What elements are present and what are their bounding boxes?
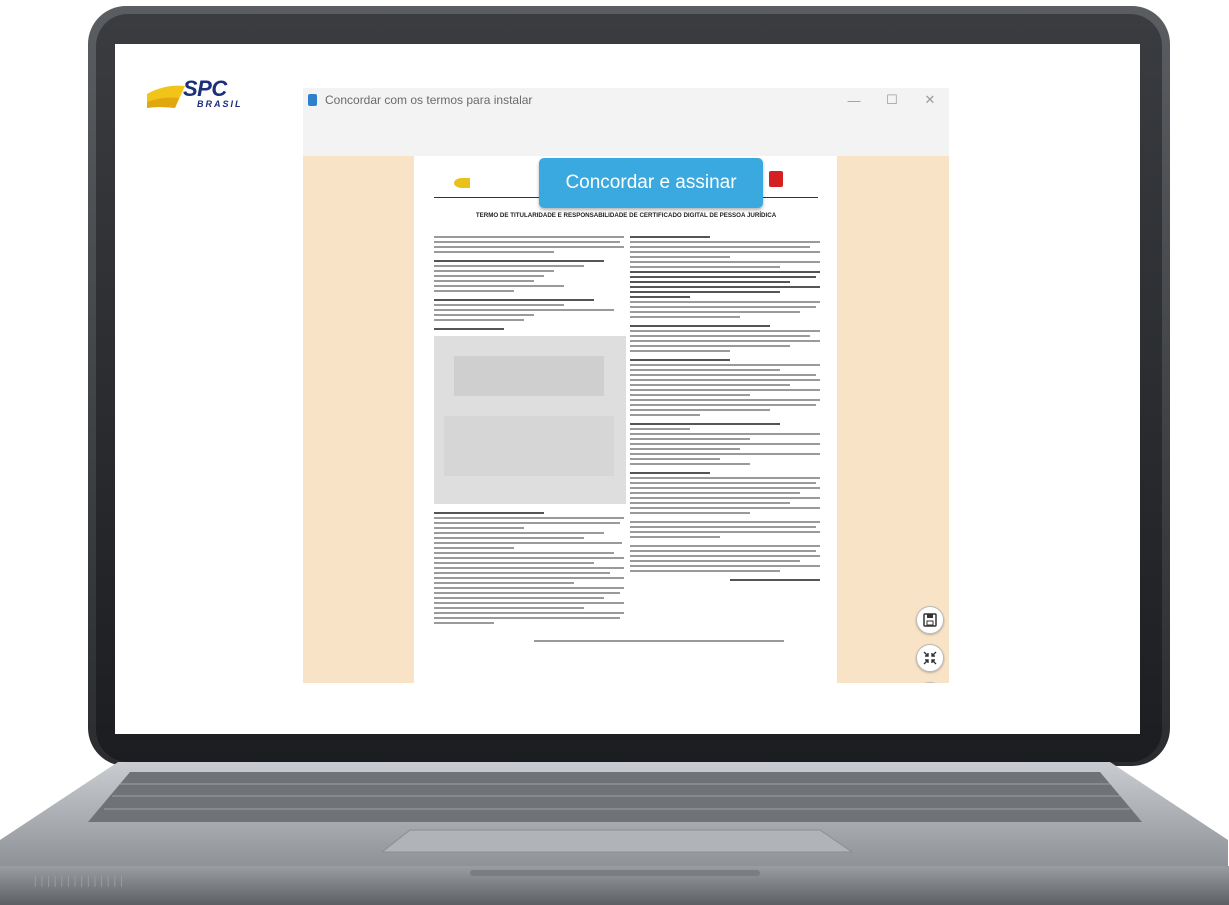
document-viewer[interactable]: TERMO DE TITULARIDADE E RESPONSABILIDADE… [303, 156, 949, 683]
document-right-column [630, 236, 822, 681]
maximize-button[interactable]: ☐ [873, 88, 911, 112]
close-button[interactable]: ✕ [911, 88, 949, 112]
document-page: TERMO DE TITULARIDADE E RESPONSABILIDADE… [414, 156, 837, 683]
window-titlebar: Concordar com os termos para instalar — … [303, 88, 949, 112]
laptop-screen: SPC BRASIL Concordar com os termos para … [115, 44, 1140, 734]
document-title: TERMO DE TITULARIDADE E RESPONSABILIDADE… [475, 212, 777, 219]
agree-and-sign-button[interactable]: Concordar e assinar [539, 158, 763, 208]
collapse-icon [923, 651, 937, 665]
window-controls: — ☐ ✕ [835, 88, 949, 112]
left-column-text-lines [434, 236, 626, 624]
logo-swoosh-icon [147, 85, 185, 108]
window-title: Concordar com os termos para instalar [325, 93, 533, 107]
logo-subtext: BRASIL [197, 99, 243, 109]
collapse-button[interactable] [916, 644, 944, 672]
document-seal-icon [769, 171, 783, 187]
document-footnote [534, 640, 784, 642]
save-button[interactable] [916, 606, 944, 634]
speaker-grille: |||||||||||||| [32, 874, 125, 887]
document-left-column [434, 236, 626, 681]
document-logo-icon [454, 178, 470, 188]
install-window: Concordar com os termos para instalar — … [303, 88, 949, 683]
save-icon [923, 613, 937, 627]
minimize-button[interactable]: — [835, 88, 873, 112]
app-icon [308, 94, 317, 106]
right-column-text-lines [630, 236, 820, 581]
spc-brasil-logo: SPC BRASIL [145, 72, 241, 109]
